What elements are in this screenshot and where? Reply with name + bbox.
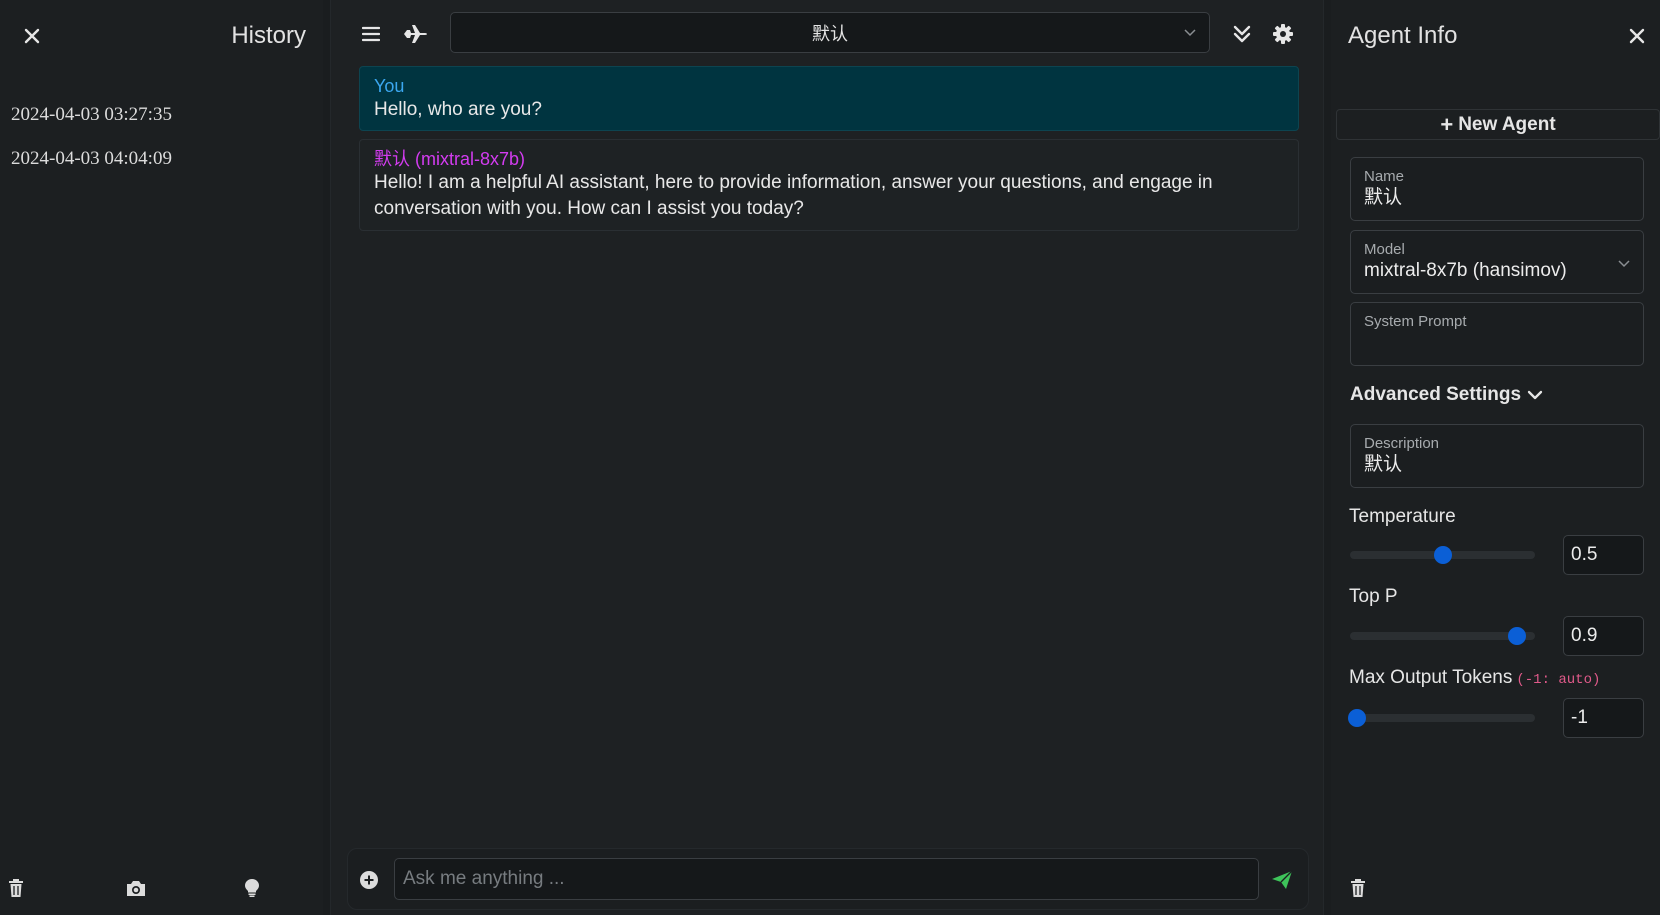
name-field[interactable]: Name 默认	[1350, 157, 1644, 221]
system-prompt-field[interactable]: System Prompt	[1350, 302, 1644, 366]
max-tokens-label: Max Output Tokens	[1349, 667, 1513, 688]
chat-input[interactable]	[394, 858, 1259, 900]
chevron-down-icon	[1183, 27, 1197, 37]
temperature-slider-thumb[interactable]	[1433, 546, 1452, 564]
message-sender: 默认 (mixtral-8x7b)	[374, 149, 526, 169]
history-item[interactable]: 2024-04-03 03:27:35	[0, 98, 323, 142]
agent-info-panel: Agent Info + New Agent Name 默认 Model mix…	[1331, 0, 1660, 915]
left-divider[interactable]	[323, 0, 331, 915]
description-field[interactable]: Description 默认	[1350, 424, 1644, 488]
agent-select-value: 默认	[812, 23, 848, 44]
model-label: Model	[1364, 241, 1405, 258]
chat-input-bar	[347, 848, 1309, 910]
right-divider[interactable]	[1323, 0, 1331, 915]
advanced-settings-label: Advanced Settings	[1350, 384, 1522, 405]
new-agent-button[interactable]: + New Agent	[1336, 109, 1660, 140]
history-panel: History 2024-04-03 03:27:35 2024-04-03 0…	[0, 0, 323, 915]
assistant-message: 默认 (mixtral-8x7b) Hello! I am a helpful …	[359, 139, 1299, 231]
trash-icon[interactable]	[1346, 876, 1370, 900]
agent-info-title: Agent Info	[1348, 22, 1458, 49]
lightbulb-icon[interactable]	[240, 876, 264, 900]
temperature-input[interactable]: 0.5	[1563, 535, 1644, 575]
name-label: Name	[1364, 168, 1405, 185]
description-value: 默认	[1364, 454, 1403, 475]
plus-icon: +	[1440, 111, 1454, 137]
advanced-settings-toggle[interactable]: Advanced Settings	[1350, 384, 1543, 406]
message-text: Hello! I am a helpful AI assistant, here…	[374, 172, 1213, 219]
user-message: You Hello, who are you?	[359, 66, 1299, 131]
double-chevron-down-icon[interactable]	[1229, 21, 1255, 47]
name-value: 默认	[1364, 187, 1403, 208]
history-list: 2024-04-03 03:27:35 2024-04-03 04:04:09	[0, 98, 323, 186]
history-item[interactable]: 2024-04-03 04:04:09	[0, 142, 323, 186]
chat-area: 默认 You Hello, who are you? 默认 (mixtral-8…	[331, 0, 1323, 915]
message-text: Hello, who are you?	[374, 99, 542, 120]
max-tokens-input[interactable]: -1	[1563, 698, 1644, 738]
trash-icon[interactable]	[4, 876, 28, 900]
message-sender: You	[374, 76, 405, 96]
gear-icon[interactable]	[1270, 21, 1296, 47]
temperature-slider[interactable]	[1350, 546, 1535, 564]
close-icon[interactable]	[20, 24, 44, 48]
max-tokens-hint: (-1: auto)	[1516, 672, 1601, 688]
menu-icon[interactable]	[357, 21, 385, 47]
close-icon[interactable]	[1625, 24, 1649, 48]
max-tokens-label-row: Max Output Tokens (-1: auto)	[1349, 667, 1600, 689]
airplane-icon[interactable]	[401, 20, 429, 48]
chevron-down-icon	[1617, 258, 1631, 268]
chevron-down-icon	[1527, 389, 1543, 401]
plus-circle-icon[interactable]	[358, 869, 380, 891]
model-value: mixtral-8x7b (hansimov)	[1364, 260, 1567, 281]
history-title: History	[231, 22, 306, 49]
system-prompt-label: System Prompt	[1364, 313, 1467, 330]
model-select[interactable]: Model mixtral-8x7b (hansimov)	[1350, 230, 1644, 294]
temperature-label: Temperature	[1349, 506, 1456, 527]
top-p-slider[interactable]	[1350, 627, 1535, 645]
agent-select[interactable]: 默认	[450, 12, 1210, 53]
max-tokens-slider[interactable]	[1348, 709, 1535, 727]
camera-icon[interactable]	[124, 876, 148, 900]
top-p-label: Top P	[1349, 586, 1398, 607]
send-icon[interactable]	[1268, 866, 1296, 894]
top-p-input[interactable]: 0.9	[1563, 616, 1644, 656]
new-agent-label: New Agent	[1458, 113, 1556, 135]
max-tokens-slider-thumb[interactable]	[1348, 709, 1367, 727]
description-label: Description	[1364, 435, 1440, 452]
top-p-slider-thumb[interactable]	[1507, 627, 1526, 645]
